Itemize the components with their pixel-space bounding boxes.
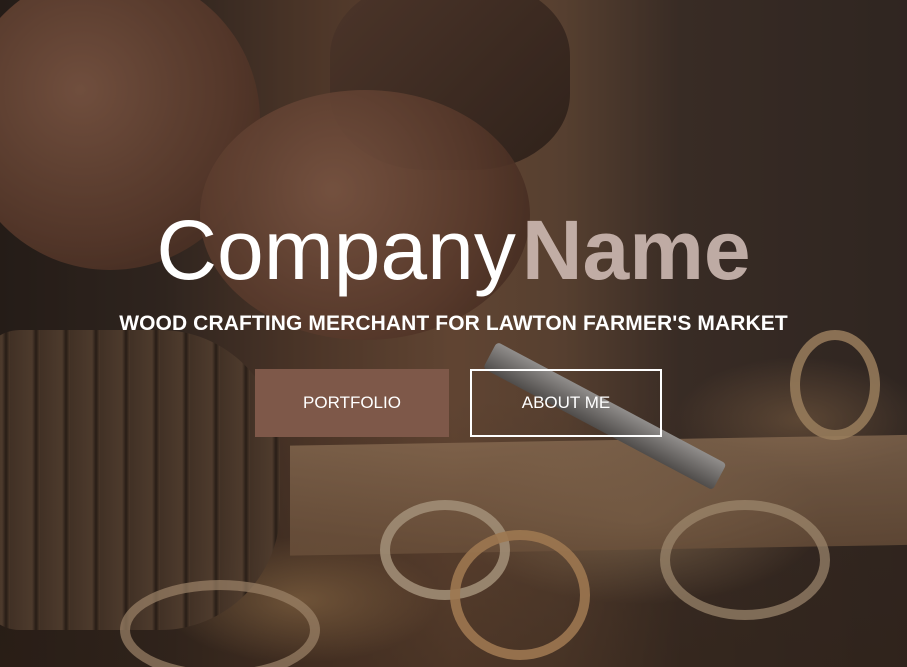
company-name-bold: Name [521,203,751,297]
hero-section: CompanyName WOOD CRAFTING MERCHANT FOR L… [0,0,907,667]
portfolio-button[interactable]: PORTFOLIO [255,369,449,437]
about-me-button[interactable]: ABOUT ME [470,369,662,437]
company-name-light: Company [156,203,516,297]
hero-tagline: WOOD CRAFTING MERCHANT FOR LAWTON FARMER… [119,312,788,335]
hero-content: CompanyName WOOD CRAFTING MERCHANT FOR L… [0,0,907,667]
company-name-title: CompanyName [0,200,907,300]
hero-actions: PORTFOLIO ABOUT ME [255,369,662,437]
